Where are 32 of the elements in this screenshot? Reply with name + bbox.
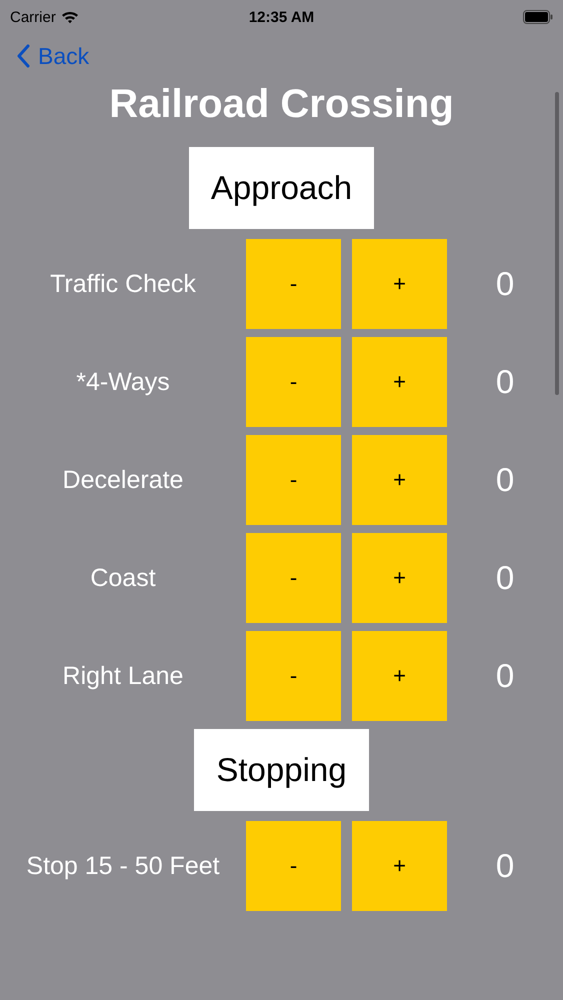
carrier-name: Carrier <box>10 8 56 26</box>
increment-button[interactable]: + <box>352 631 447 721</box>
increment-button[interactable]: + <box>352 337 447 427</box>
decrement-button[interactable]: - <box>246 435 341 525</box>
section-heading: Stopping <box>194 729 369 811</box>
decrement-button[interactable]: - <box>246 821 341 911</box>
count-value: 0 <box>494 265 516 303</box>
decrement-button[interactable]: - <box>246 631 341 721</box>
wifi-icon <box>60 10 79 24</box>
section-heading: Approach <box>188 147 374 229</box>
count-value: 0 <box>494 847 516 885</box>
item-label: Coast <box>89 564 157 592</box>
count-value: 0 <box>494 559 516 597</box>
count-value: 0 <box>494 461 516 499</box>
increment-button[interactable]: + <box>352 239 447 329</box>
count-value: 0 <box>494 363 516 401</box>
battery-icon <box>523 10 553 24</box>
status-time: 12:35 AM <box>248 8 314 26</box>
chevron-left-icon <box>16 44 30 68</box>
item-label: Right Lane <box>62 662 184 690</box>
page-title: Railroad Crossing <box>108 82 455 127</box>
increment-button[interactable]: + <box>352 821 447 911</box>
item-label: Decelerate <box>62 466 184 494</box>
decrement-button[interactable]: - <box>246 239 341 329</box>
decrement-button[interactable]: - <box>246 533 341 623</box>
item-label: Traffic Check <box>49 270 197 298</box>
increment-button[interactable]: + <box>352 533 447 623</box>
count-value: 0 <box>494 657 516 695</box>
decrement-button[interactable]: - <box>246 337 341 427</box>
item-label: *4-Ways <box>75 368 171 396</box>
item-label: Stop 15 - 50 Feet <box>25 852 221 880</box>
increment-button[interactable]: + <box>352 435 447 525</box>
